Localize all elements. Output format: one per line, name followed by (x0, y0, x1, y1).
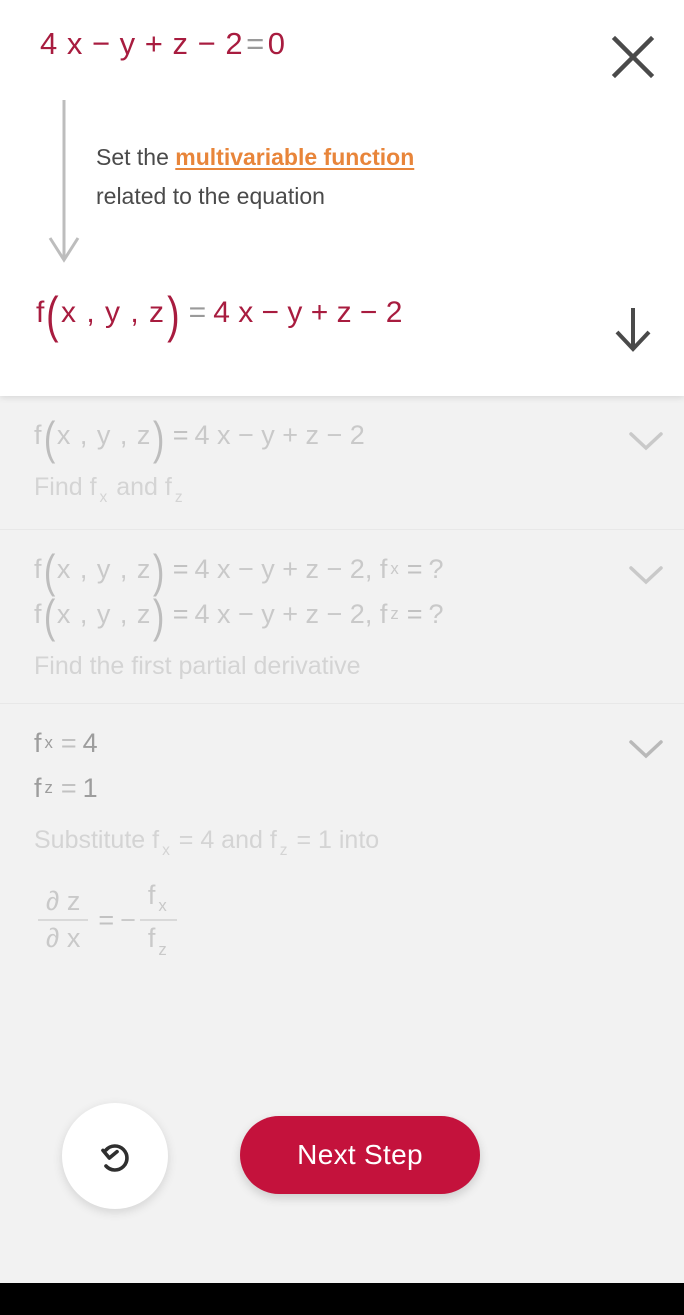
cap3-sub-x: x (162, 841, 170, 859)
step-1-caption: Find fx and fz (34, 473, 628, 507)
step-3b-sub: z (44, 778, 53, 798)
step-3-caption: Substitute fx = 4 and fz = 1 into (34, 826, 628, 860)
arrow-down-long-icon (48, 100, 80, 263)
chevron-down-icon (629, 432, 663, 451)
step-2-tail-fn: f (379, 553, 388, 584)
frac2-num-sub: x (158, 896, 167, 916)
step-3-equals: = (60, 727, 77, 758)
frac2-denominator: fz (139, 919, 177, 959)
expand-step-1-button[interactable] (624, 426, 668, 456)
step-3b-fn: f (34, 772, 42, 803)
step-2b-tail-equals: = (406, 598, 423, 629)
close-icon (611, 35, 655, 79)
chevron-down-icon (629, 566, 663, 585)
undo-button[interactable] (62, 1103, 168, 1209)
step-1-fn: f (34, 420, 42, 450)
step-item-2[interactable]: f ( x , y , z ) = 4 x − y + z − 2 , fx =… (0, 530, 684, 704)
result-equals: = (188, 296, 207, 329)
expand-step-2-button[interactable] (624, 560, 668, 590)
fx-over-fz-fraction: fx fz (139, 881, 177, 959)
system-navigation-bar (0, 1283, 684, 1315)
step-2-rhs: 4 x − y + z − 2 (194, 553, 365, 584)
step-2-fn: f (34, 553, 42, 584)
cap3-b: = 4 and f (171, 825, 277, 854)
step-3b-rhs: 1 (82, 772, 98, 803)
frac-denominator: ∂ x (38, 919, 89, 952)
scroll-down-button[interactable] (596, 292, 670, 366)
arrow-down-icon (615, 308, 651, 352)
step-1-rhs: 4 x − y + z − 2 (194, 420, 365, 450)
hint-suffix: related to the equation (96, 183, 325, 209)
step-2-line-1: f ( x , y , z ) = 4 x − y + z − 2 , fx =… (34, 545, 444, 598)
next-step-label: Next Step (297, 1139, 423, 1170)
step-3-line-2: fz = 1 (34, 772, 628, 803)
cap3-a: Substitute f (34, 825, 160, 854)
step-2b-tail-fn: f (379, 598, 388, 629)
step-2-tail-equals: = (406, 553, 423, 584)
step-2-args: x , y , z (56, 553, 152, 584)
cap-sub-x: x (99, 488, 108, 506)
step-2-caption: Find the first partial derivative (34, 651, 361, 680)
formula-equals: = (98, 904, 115, 935)
step-1-args: x , y , z (56, 420, 152, 450)
multivariable-function-link[interactable]: multivariable function (175, 144, 414, 170)
step-3b-equals: = (60, 772, 77, 803)
frac2-numerator: fx (140, 881, 177, 919)
step-3-line-1: fx = 4 (34, 727, 628, 758)
frac-numerator: ∂ z (46, 886, 81, 917)
comma: , (364, 598, 380, 629)
step-hint-text: Set the multivariable function related t… (96, 138, 566, 216)
problem-equation: 4 x − y + z − 2=0 (40, 26, 285, 62)
comma: , (364, 553, 380, 584)
result-fn: f (36, 296, 45, 329)
cap-sub-z: z (174, 488, 183, 506)
chevron-down-icon (629, 740, 663, 759)
step-3-fn: f (34, 727, 42, 758)
problem-equation-equals: = (246, 26, 265, 61)
step-3-formula: ∂ z ∂ x = − fx fz (34, 881, 628, 959)
undo-icon (101, 1144, 129, 1172)
cap-a: Find f (34, 473, 97, 501)
step-header-card: 4 x − y + z − 2=0 Set the multivariable … (0, 0, 684, 396)
step-2b-equals: = (172, 598, 189, 629)
step-2-line-2: f ( x , y , z ) = 4 x − y + z − 2 , fz =… (34, 590, 444, 643)
step-2-tail-rhs: ? (428, 553, 444, 584)
step-2b-tail-sub: z (390, 604, 399, 624)
step-2b-fn: f (34, 598, 42, 629)
step-1-line-1: f ( x , y , z ) = 4 x − y + z − 2 (34, 411, 365, 464)
step-2b-args: x , y , z (56, 598, 152, 629)
formula-minus: − (120, 904, 136, 935)
flow-connector (48, 100, 94, 275)
cap3-c: = 1 into (289, 825, 380, 854)
step-item-1[interactable]: f ( x , y , z ) = 4 x − y + z − 2 Find f… (0, 396, 684, 530)
step-item-3[interactable]: fx = 4 fz = 1 Substitute fx = 4 and fz =… (0, 704, 684, 981)
close-button[interactable] (596, 20, 670, 94)
app-screen: 4 x − y + z − 2=0 Set the multivariable … (0, 0, 684, 1315)
result-args: x , y , z (61, 296, 166, 329)
step-1-equals: = (172, 420, 189, 450)
partial-z-partial-x-fraction: ∂ z ∂ x (38, 886, 89, 952)
result-rhs: 4 x − y + z − 2 (213, 296, 403, 329)
cap3-sub-z: z (279, 841, 288, 859)
next-step-button[interactable]: Next Step (240, 1116, 480, 1194)
frac2-den-sub: z (158, 939, 167, 959)
step-2-tail-sub: x (390, 559, 399, 579)
step-2b-rhs: 4 x − y + z − 2 (194, 598, 365, 629)
cap-b: and f (109, 473, 172, 501)
step-3-sub: x (44, 733, 53, 753)
problem-equation-lhs: 4 x − y + z − 2 (40, 26, 244, 61)
expand-step-3-button[interactable] (624, 734, 668, 764)
result-equation: f ( x , y , z ) = 4 x − y + z − 2 (36, 287, 403, 343)
problem-equation-rhs: 0 (267, 26, 286, 61)
hint-prefix: Set the (96, 144, 176, 170)
step-3-rhs: 4 (82, 727, 98, 758)
step-2b-tail-rhs: ? (428, 598, 444, 629)
step-2-equals: = (172, 553, 189, 584)
